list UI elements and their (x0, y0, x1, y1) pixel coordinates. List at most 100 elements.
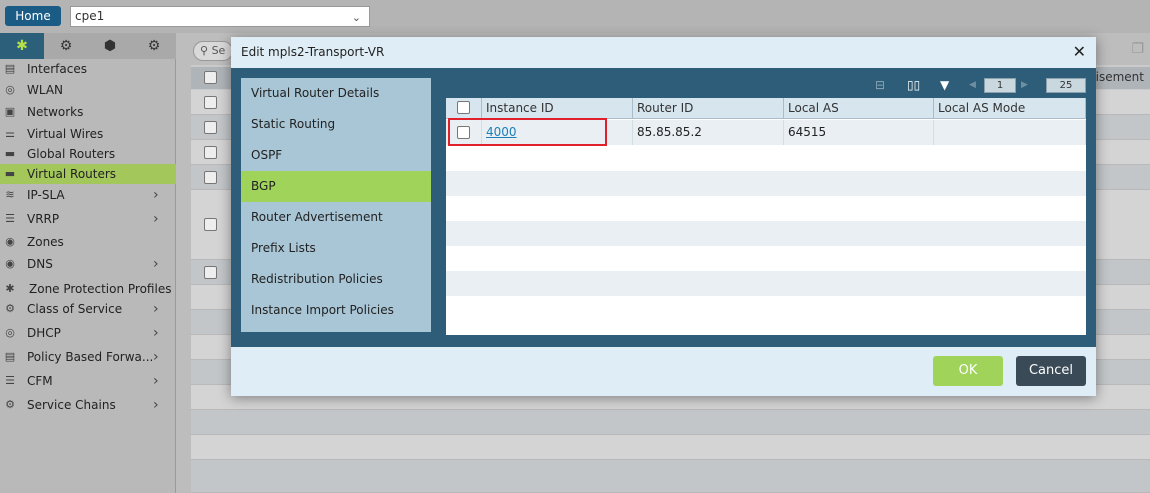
device-select[interactable]: cpe1 ⌄ (70, 6, 370, 27)
ok-button[interactable]: OK (933, 356, 1003, 386)
copy-icon[interactable]: ❐ (1131, 41, 1144, 57)
sidebar-item-label: Virtual Wires (27, 127, 104, 141)
cell-local-as-mode (934, 120, 1086, 145)
device-select-value: cpe1 (75, 9, 105, 23)
search-input[interactable]: ⚲ Se (193, 41, 233, 61)
row-checkbox[interactable] (204, 146, 217, 159)
nav-instance-import-policies[interactable]: Instance Import Policies (241, 295, 431, 326)
sidebar-item-interfaces[interactable]: ▤ Interfaces (0, 59, 176, 79)
cancel-button[interactable]: Cancel (1016, 356, 1086, 386)
filter-icon[interactable]: ▼ (940, 78, 949, 92)
remove-icon[interactable]: ⊟ (875, 78, 885, 92)
nav-prefix-lists[interactable]: Prefix Lists (241, 233, 431, 264)
topology-icon[interactable]: ✱ (0, 33, 44, 59)
search-icon: ⚲ (200, 44, 209, 57)
sidebar-item-zones[interactable]: ◉ Zones (0, 232, 176, 252)
nav-bgp[interactable]: BGP (241, 171, 431, 202)
column-header-local-as-mode[interactable]: Local AS Mode (934, 98, 1086, 119)
sidebar-item-dhcp[interactable]: ◎ DHCP › (0, 323, 176, 343)
sidebar-item-policy-based-forwarding[interactable]: ▤ Policy Based Forwa... › (0, 347, 176, 367)
chevron-right-icon: › (153, 325, 159, 341)
table-row-empty (446, 146, 1086, 171)
table-row-empty (446, 271, 1086, 296)
table-row-empty (446, 296, 1086, 321)
sidebar-item-label: Zone Protection Profiles (29, 282, 172, 296)
sidebar-item-dns[interactable]: ◉ DNS › (0, 254, 176, 274)
cfm-icon: ☰ (5, 374, 15, 387)
policy-icon: ▤ (4, 350, 16, 363)
chevron-right-icon: › (153, 397, 159, 413)
chevron-right-icon: › (153, 256, 159, 272)
sidebar-item-class-of-service[interactable]: ⚙ Class of Service › (0, 299, 176, 319)
sidebar-item-ip-sla[interactable]: ≋ IP-SLA › (0, 185, 176, 205)
sidebar-item-label: Policy Based Forwa... (27, 350, 154, 364)
chevron-right-icon: › (153, 373, 159, 389)
gear-icon[interactable]: ⚙ (44, 33, 88, 59)
row-checkbox[interactable] (204, 218, 217, 231)
cube-icon[interactable]: ⬢ (88, 33, 132, 59)
sla-icon: ≋ (5, 188, 15, 201)
page-number-input[interactable]: 1 (984, 78, 1016, 93)
cell-local-as: 64515 (784, 120, 934, 145)
row-checkbox[interactable] (204, 266, 217, 279)
nav-ospf[interactable]: OSPF (241, 140, 431, 171)
page-size-select[interactable]: 25 (1046, 78, 1086, 93)
home-button[interactable]: Home (5, 6, 61, 26)
nav-router-advertisement[interactable]: Router Advertisement (241, 202, 431, 233)
wifi-icon: ◎ (5, 83, 15, 96)
sidebar-item-label: IP-SLA (27, 188, 65, 202)
bgp-instances-table: Instance ID Router ID Local AS Local AS … (446, 98, 1086, 335)
table-row-empty (446, 221, 1086, 246)
top-bar: Home cpe1 ⌄ (0, 0, 1150, 33)
gear-icon: ⚙ (5, 398, 15, 411)
table-row-empty (191, 410, 1150, 435)
dialog-header: Edit mpls2-Transport-VR ✕ (231, 37, 1096, 68)
sidebar-item-label: CFM (27, 374, 53, 388)
zone-icon: ◉ (5, 235, 15, 248)
column-header-router-id[interactable]: Router ID (633, 98, 784, 119)
global-settings-icon[interactable]: ⚙ (132, 33, 176, 59)
column-header-local-as[interactable]: Local AS (784, 98, 934, 119)
column-header-advertisement: tisement (1090, 70, 1144, 84)
shield-icon: ✱ (5, 282, 15, 295)
table-row-empty (191, 460, 1150, 493)
sidebar: ✱ ⚙ ⬢ ⚙ ▤ Interfaces ◎ WLAN ▣ Networks ⚌… (0, 33, 176, 493)
select-all-checkbox[interactable] (204, 71, 217, 84)
sidebar-item-label: WLAN (27, 83, 64, 97)
sidebar-item-label: VRRP (27, 212, 60, 226)
next-page-icon[interactable]: ▶ (1021, 80, 1028, 90)
table-row[interactable]: 4000 85.85.85.2 64515 (446, 118, 1086, 146)
sidebar-item-global-routers[interactable]: ▬ Global Routers (0, 144, 176, 164)
columns-icon[interactable]: ▯▯ (907, 78, 920, 92)
sidebar-item-cfm[interactable]: ☰ CFM › (0, 371, 176, 391)
sidebar-item-label: Service Chains (27, 398, 116, 412)
prev-page-icon[interactable]: ◀ (969, 80, 976, 90)
sidebar-item-virtual-routers[interactable]: ▬ Virtual Routers (0, 164, 176, 184)
dialog-footer: OK Cancel (231, 347, 1096, 396)
highlight-box (448, 118, 607, 146)
column-header-instance-id[interactable]: Instance ID (482, 98, 633, 119)
sidebar-item-label: Zones (27, 235, 64, 249)
sidebar-item-label: Class of Service (27, 302, 123, 316)
row-checkbox[interactable] (204, 96, 217, 109)
sidebar-item-wlan[interactable]: ◎ WLAN (0, 80, 176, 100)
dialog-title: Edit mpls2-Transport-VR (241, 45, 385, 59)
nav-redistribution-policies[interactable]: Redistribution Policies (241, 264, 431, 295)
sidebar-item-service-chains[interactable]: ⚙ Service Chains › (0, 395, 176, 415)
dns-icon: ◉ (5, 257, 15, 270)
vrrp-icon: ☰ (5, 212, 15, 225)
sidebar-item-zone-protection-profiles[interactable]: ✱ Zone Protection Profiles (0, 279, 176, 299)
row-checkbox[interactable] (204, 171, 217, 184)
nav-static-routing[interactable]: Static Routing (241, 109, 431, 140)
chevron-right-icon: › (153, 211, 159, 227)
sidebar-item-virtual-wires[interactable]: ⚌ Virtual Wires (0, 124, 176, 144)
nav-virtual-router-details[interactable]: Virtual Router Details (241, 78, 431, 109)
close-icon[interactable]: ✕ (1073, 42, 1086, 61)
select-all-checkbox[interactable] (457, 101, 470, 114)
row-checkbox[interactable] (204, 121, 217, 134)
sidebar-item-networks[interactable]: ▣ Networks (0, 102, 176, 122)
sidebar-item-vrrp[interactable]: ☰ VRRP › (0, 209, 176, 229)
network-icon: ▣ (4, 105, 16, 118)
interfaces-icon: ▤ (4, 62, 16, 75)
chevron-right-icon: › (153, 349, 159, 365)
